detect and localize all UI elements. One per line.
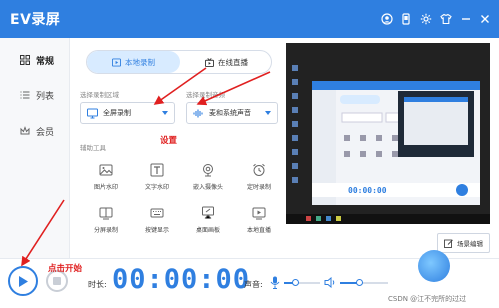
text-icon xyxy=(150,163,164,177)
play-square-icon xyxy=(112,57,121,67)
tool-split-screen[interactable]: 分屏录制 xyxy=(83,206,129,244)
minimize-icon[interactable] xyxy=(459,12,472,25)
tv-icon xyxy=(252,207,266,220)
sidebar-item-list[interactable]: 列表 xyxy=(0,83,70,107)
close-icon[interactable] xyxy=(478,12,491,25)
webcam-icon xyxy=(203,164,213,177)
speaker-volume-knob[interactable] xyxy=(356,279,363,286)
tool-text-watermark[interactable]: 文字水印 xyxy=(134,163,180,201)
sidebar-item-member[interactable]: 会员 xyxy=(0,119,70,143)
sidebar-item-label: 常规 xyxy=(36,56,55,67)
watermark-text: CSDN @江不完所的过过 xyxy=(388,295,467,303)
start-record-button[interactable] xyxy=(8,266,38,296)
record-audio-label: 选择录制音频 xyxy=(186,91,225,99)
play-icon xyxy=(19,275,28,287)
tab-label: 在线直播 xyxy=(218,57,248,67)
duration-label: 时长: xyxy=(88,280,107,289)
annotation-start: 点击开始 xyxy=(48,264,83,274)
sidebar-item-label: 会员 xyxy=(36,127,55,138)
split-screen-icon xyxy=(99,207,113,220)
sidebar: 常规 列表 会员 xyxy=(0,38,70,258)
tool-label: 定时录制 xyxy=(246,184,271,191)
phone-icon[interactable] xyxy=(399,12,412,25)
chevron-down-icon xyxy=(265,111,271,115)
speaker-icon[interactable] xyxy=(324,277,336,288)
broadcast-icon xyxy=(205,57,214,67)
record-area-value: 全屏录制 xyxy=(103,109,131,117)
tool-webcam[interactable]: 嵌入摄像头 xyxy=(185,163,231,201)
sidebar-item-label: 列表 xyxy=(36,91,55,102)
mode-tabs: 本地录制 在线直播 xyxy=(86,50,272,74)
arrow-to-record-audio xyxy=(196,71,271,106)
svg-text:00:00:00: 00:00:00 xyxy=(348,186,387,195)
alarm-icon xyxy=(253,163,265,176)
tool-label: 图片水印 xyxy=(93,184,118,191)
speaker-volume-slider[interactable] xyxy=(340,279,388,286)
record-area-select[interactable]: 全屏录制 xyxy=(80,102,175,124)
gear-icon[interactable] xyxy=(419,12,432,25)
shirt-icon[interactable] xyxy=(439,12,452,25)
keyboard-icon xyxy=(150,208,164,218)
tool-label: 按键显示 xyxy=(144,227,169,234)
sound-wave-icon xyxy=(193,109,203,117)
tool-label: 本地直播 xyxy=(246,227,271,234)
tool-desktop-board[interactable]: 桌面画板 xyxy=(185,206,231,244)
user-icon[interactable] xyxy=(380,12,393,25)
title-bar: EV录屏 xyxy=(0,0,499,38)
desktop-preview-image: 00:00:00 xyxy=(286,43,490,224)
app-title: EV录屏 xyxy=(10,12,61,28)
mic-volume-knob[interactable] xyxy=(292,279,299,286)
image-icon xyxy=(99,164,113,176)
aux-tools-label: 辅助工具 xyxy=(80,144,106,152)
scene-edit-button[interactable]: 场景编辑 xyxy=(437,233,490,253)
microphone-icon[interactable] xyxy=(270,276,280,289)
tool-image-watermark[interactable]: 图片水印 xyxy=(83,163,129,201)
easel-icon xyxy=(202,206,214,219)
volume-label: 声音: xyxy=(244,280,263,289)
list-icon xyxy=(20,91,30,99)
tab-local-record[interactable]: 本地录制 xyxy=(87,51,180,73)
tab-label: 本地录制 xyxy=(125,57,155,67)
chevron-down-icon xyxy=(162,111,168,115)
record-area-label: 选择录制区域 xyxy=(80,91,119,99)
tool-key-display[interactable]: 按键显示 xyxy=(134,206,180,244)
scene-edit-label: 场景编辑 xyxy=(457,240,483,248)
tool-label: 分屏录制 xyxy=(93,227,118,234)
floating-assistant-icon[interactable] xyxy=(418,250,450,282)
tool-label: 嵌入摄像头 xyxy=(192,184,223,191)
mic-volume-slider[interactable] xyxy=(284,279,320,286)
tab-live-stream[interactable]: 在线直播 xyxy=(180,51,271,73)
record-timer: 00:00:00 xyxy=(112,264,251,295)
grid-icon xyxy=(20,55,30,65)
tool-local-live[interactable]: 本地直播 xyxy=(236,206,282,244)
tool-label: 桌面画板 xyxy=(195,227,220,234)
tool-label: 文字水印 xyxy=(144,184,169,191)
sidebar-item-general[interactable]: 常规 xyxy=(0,48,70,72)
record-audio-value: 麦和系统声音 xyxy=(209,109,251,117)
record-audio-select[interactable]: 麦和系统声音 xyxy=(186,102,278,124)
monitor-icon xyxy=(87,108,98,118)
crown-icon xyxy=(20,126,30,135)
edit-icon xyxy=(444,239,453,248)
annotation-settings: 设置 xyxy=(160,136,178,146)
preview-panel: 00:00:00 xyxy=(286,43,490,224)
tool-timed-record[interactable]: 定时录制 xyxy=(236,163,282,201)
stop-icon xyxy=(53,277,61,285)
